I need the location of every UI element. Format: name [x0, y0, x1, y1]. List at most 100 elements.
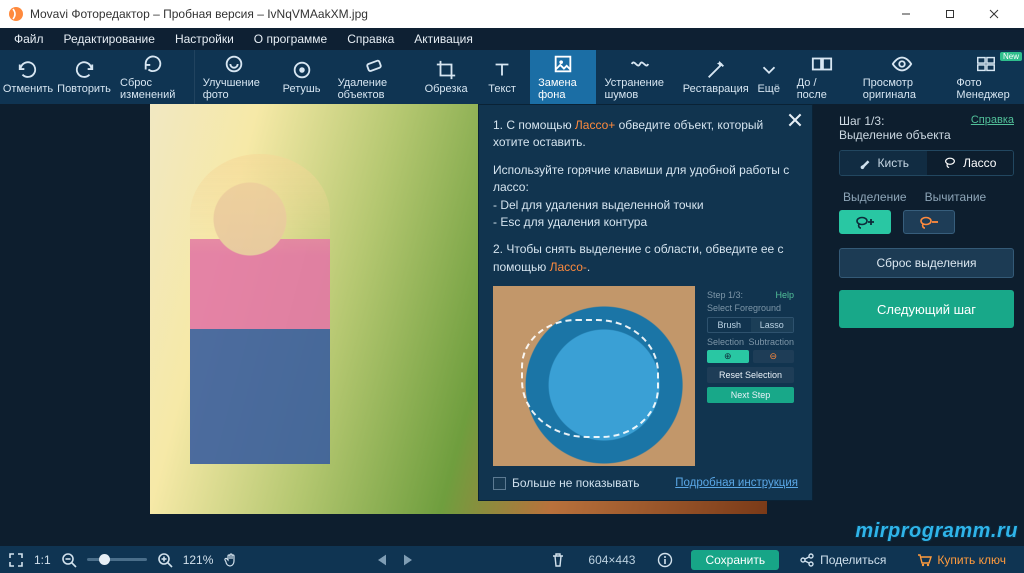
detailed-instruction-link[interactable]: Подробная инструкция	[675, 477, 798, 489]
text-button[interactable]: Текст	[474, 50, 530, 104]
next-step-button[interactable]: Следующий шаг	[839, 290, 1014, 328]
tip-paragraph-1: 1. С помощью Лассо+ обведите объект, кот…	[493, 117, 798, 152]
tip-popup: 1. С помощью Лассо+ обведите объект, кот…	[478, 104, 813, 501]
background-replace-label: Замена фона	[538, 77, 588, 101]
next-image-button[interactable]	[400, 552, 416, 568]
menu-activate[interactable]: Активация	[404, 28, 483, 50]
help-link[interactable]: Справка	[971, 114, 1014, 126]
more-tools-button[interactable]: Ещё	[749, 50, 789, 104]
menubar: Файл Редактирование Настройки О программ…	[0, 28, 1024, 50]
bottom-bar: 1:1 121% 604×443 Сохранить Поделиться Ку…	[0, 546, 1024, 573]
info-icon	[657, 552, 673, 568]
lasso-tab-label: Лассо	[963, 156, 996, 170]
share-button[interactable]: Поделиться	[789, 549, 896, 571]
more-tools-label: Ещё	[757, 83, 780, 95]
lasso-add-button[interactable]	[839, 210, 891, 234]
tip-paragraph-3: 2. Чтобы снять выделение с области, обве…	[493, 241, 798, 276]
enhance-button[interactable]: Улучшение фото	[195, 50, 274, 104]
before-after-label: До / после	[797, 77, 847, 101]
lasso-subtract-button[interactable]	[903, 210, 955, 234]
background-icon	[552, 53, 574, 75]
share-icon	[799, 552, 815, 568]
background-replace-button[interactable]: Замена фона	[530, 50, 596, 104]
menu-settings[interactable]: Настройки	[165, 28, 244, 50]
zoom-percentage: 121%	[183, 553, 214, 567]
reset-changes-button[interactable]: Сброс изменений	[112, 50, 194, 104]
photo-manager-button[interactable]: New Фото Менеджер	[948, 50, 1024, 104]
prev-image-button[interactable]	[374, 552, 390, 568]
crop-button[interactable]: Обрезка	[418, 50, 474, 104]
denoise-button[interactable]: Устранение шумов	[596, 50, 682, 104]
menu-help[interactable]: Справка	[337, 28, 404, 50]
redo-label: Повторить	[57, 83, 111, 95]
buy-key-label: Купить ключ	[937, 553, 1006, 567]
window-titlebar: Movavi Фоторедактор – Пробная версия – I…	[0, 0, 1024, 28]
scale-1-1-button[interactable]: 1:1	[34, 553, 51, 567]
dont-show-checkbox[interactable]: Больше не показывать	[493, 476, 640, 490]
reset-selection-button[interactable]: Сброс выделения	[839, 248, 1014, 278]
retouch-button[interactable]: Ретушь	[274, 50, 330, 104]
undo-button[interactable]: Отменить	[0, 50, 56, 104]
new-badge: New	[1000, 52, 1022, 61]
step-title: Выделение объекта	[839, 128, 951, 142]
redo-icon	[73, 59, 95, 81]
checkbox-icon	[493, 477, 506, 490]
restore-button[interactable]: Реставрация	[683, 50, 749, 104]
zoom-slider-knob[interactable]	[99, 554, 110, 565]
reset-changes-label: Сброс изменений	[120, 77, 186, 101]
text-label: Текст	[488, 83, 516, 95]
object-removal-button[interactable]: Удаление объектов	[330, 50, 419, 104]
brush-tab-label: Кисть	[878, 156, 909, 170]
menu-about[interactable]: О программе	[244, 28, 337, 50]
close-icon	[786, 111, 804, 129]
undo-icon	[17, 59, 39, 81]
window-maximize-button[interactable]	[928, 0, 972, 28]
retouch-label: Ретушь	[283, 83, 321, 95]
menu-edit[interactable]: Редактирование	[54, 28, 165, 50]
buy-key-button[interactable]: Купить ключ	[906, 549, 1016, 571]
fullscreen-icon	[8, 552, 24, 568]
mode-subtraction-label: Вычитание	[925, 190, 987, 204]
denoise-label: Устранение шумов	[604, 77, 674, 101]
menu-file[interactable]: Файл	[4, 28, 54, 50]
side-panel: Шаг 1/3: Выделение объекта Справка Кисть…	[829, 104, 1024, 546]
zoom-in-button[interactable]	[157, 552, 173, 568]
zoom-out-button[interactable]	[61, 552, 77, 568]
delete-button[interactable]	[550, 552, 566, 568]
info-button[interactable]	[657, 552, 673, 568]
object-removal-label: Удаление объектов	[338, 77, 411, 101]
undo-label: Отменить	[3, 83, 53, 95]
reset-icon	[142, 53, 164, 75]
redo-button[interactable]: Повторить	[56, 50, 112, 104]
save-button[interactable]: Сохранить	[691, 550, 779, 570]
triangle-left-icon	[374, 552, 390, 568]
view-original-label: Просмотр оригинала	[863, 77, 941, 101]
triangle-right-icon	[400, 552, 416, 568]
tip-example: Step 1/3:Help Select Foreground Brush La…	[493, 286, 798, 466]
lasso-tab[interactable]: Лассо	[927, 151, 1014, 175]
enhance-icon	[223, 53, 245, 75]
step-number: Шаг 1/3:	[839, 114, 951, 128]
dont-show-label: Больше не показывать	[512, 476, 640, 490]
lasso-icon	[943, 156, 957, 170]
fullscreen-button[interactable]	[8, 552, 24, 568]
pan-button[interactable]	[223, 552, 239, 568]
wand-icon	[705, 59, 727, 81]
tip-close-button[interactable]	[786, 111, 804, 129]
restore-label: Реставрация	[683, 83, 749, 95]
zoom-slider[interactable]	[87, 558, 147, 561]
window-minimize-button[interactable]	[884, 0, 928, 28]
window-close-button[interactable]	[972, 0, 1016, 28]
photo-manager-label: Фото Менеджер	[956, 77, 1016, 101]
before-after-button[interactable]: До / после	[789, 50, 855, 104]
view-original-button[interactable]: Просмотр оригинала	[855, 50, 949, 104]
brush-icon	[858, 156, 872, 170]
lasso-plus-icon	[854, 215, 876, 229]
app-icon	[8, 6, 24, 22]
brush-tab[interactable]: Кисть	[840, 151, 927, 175]
eraser-icon	[363, 53, 385, 75]
tip-paragraph-2: Иcпользуйте горячие клавиши для удобной …	[493, 162, 798, 232]
compare-icon	[811, 53, 833, 75]
tip-example-image	[493, 286, 695, 466]
tip-mini-panel: Step 1/3:Help Select Foreground Brush La…	[703, 286, 798, 466]
